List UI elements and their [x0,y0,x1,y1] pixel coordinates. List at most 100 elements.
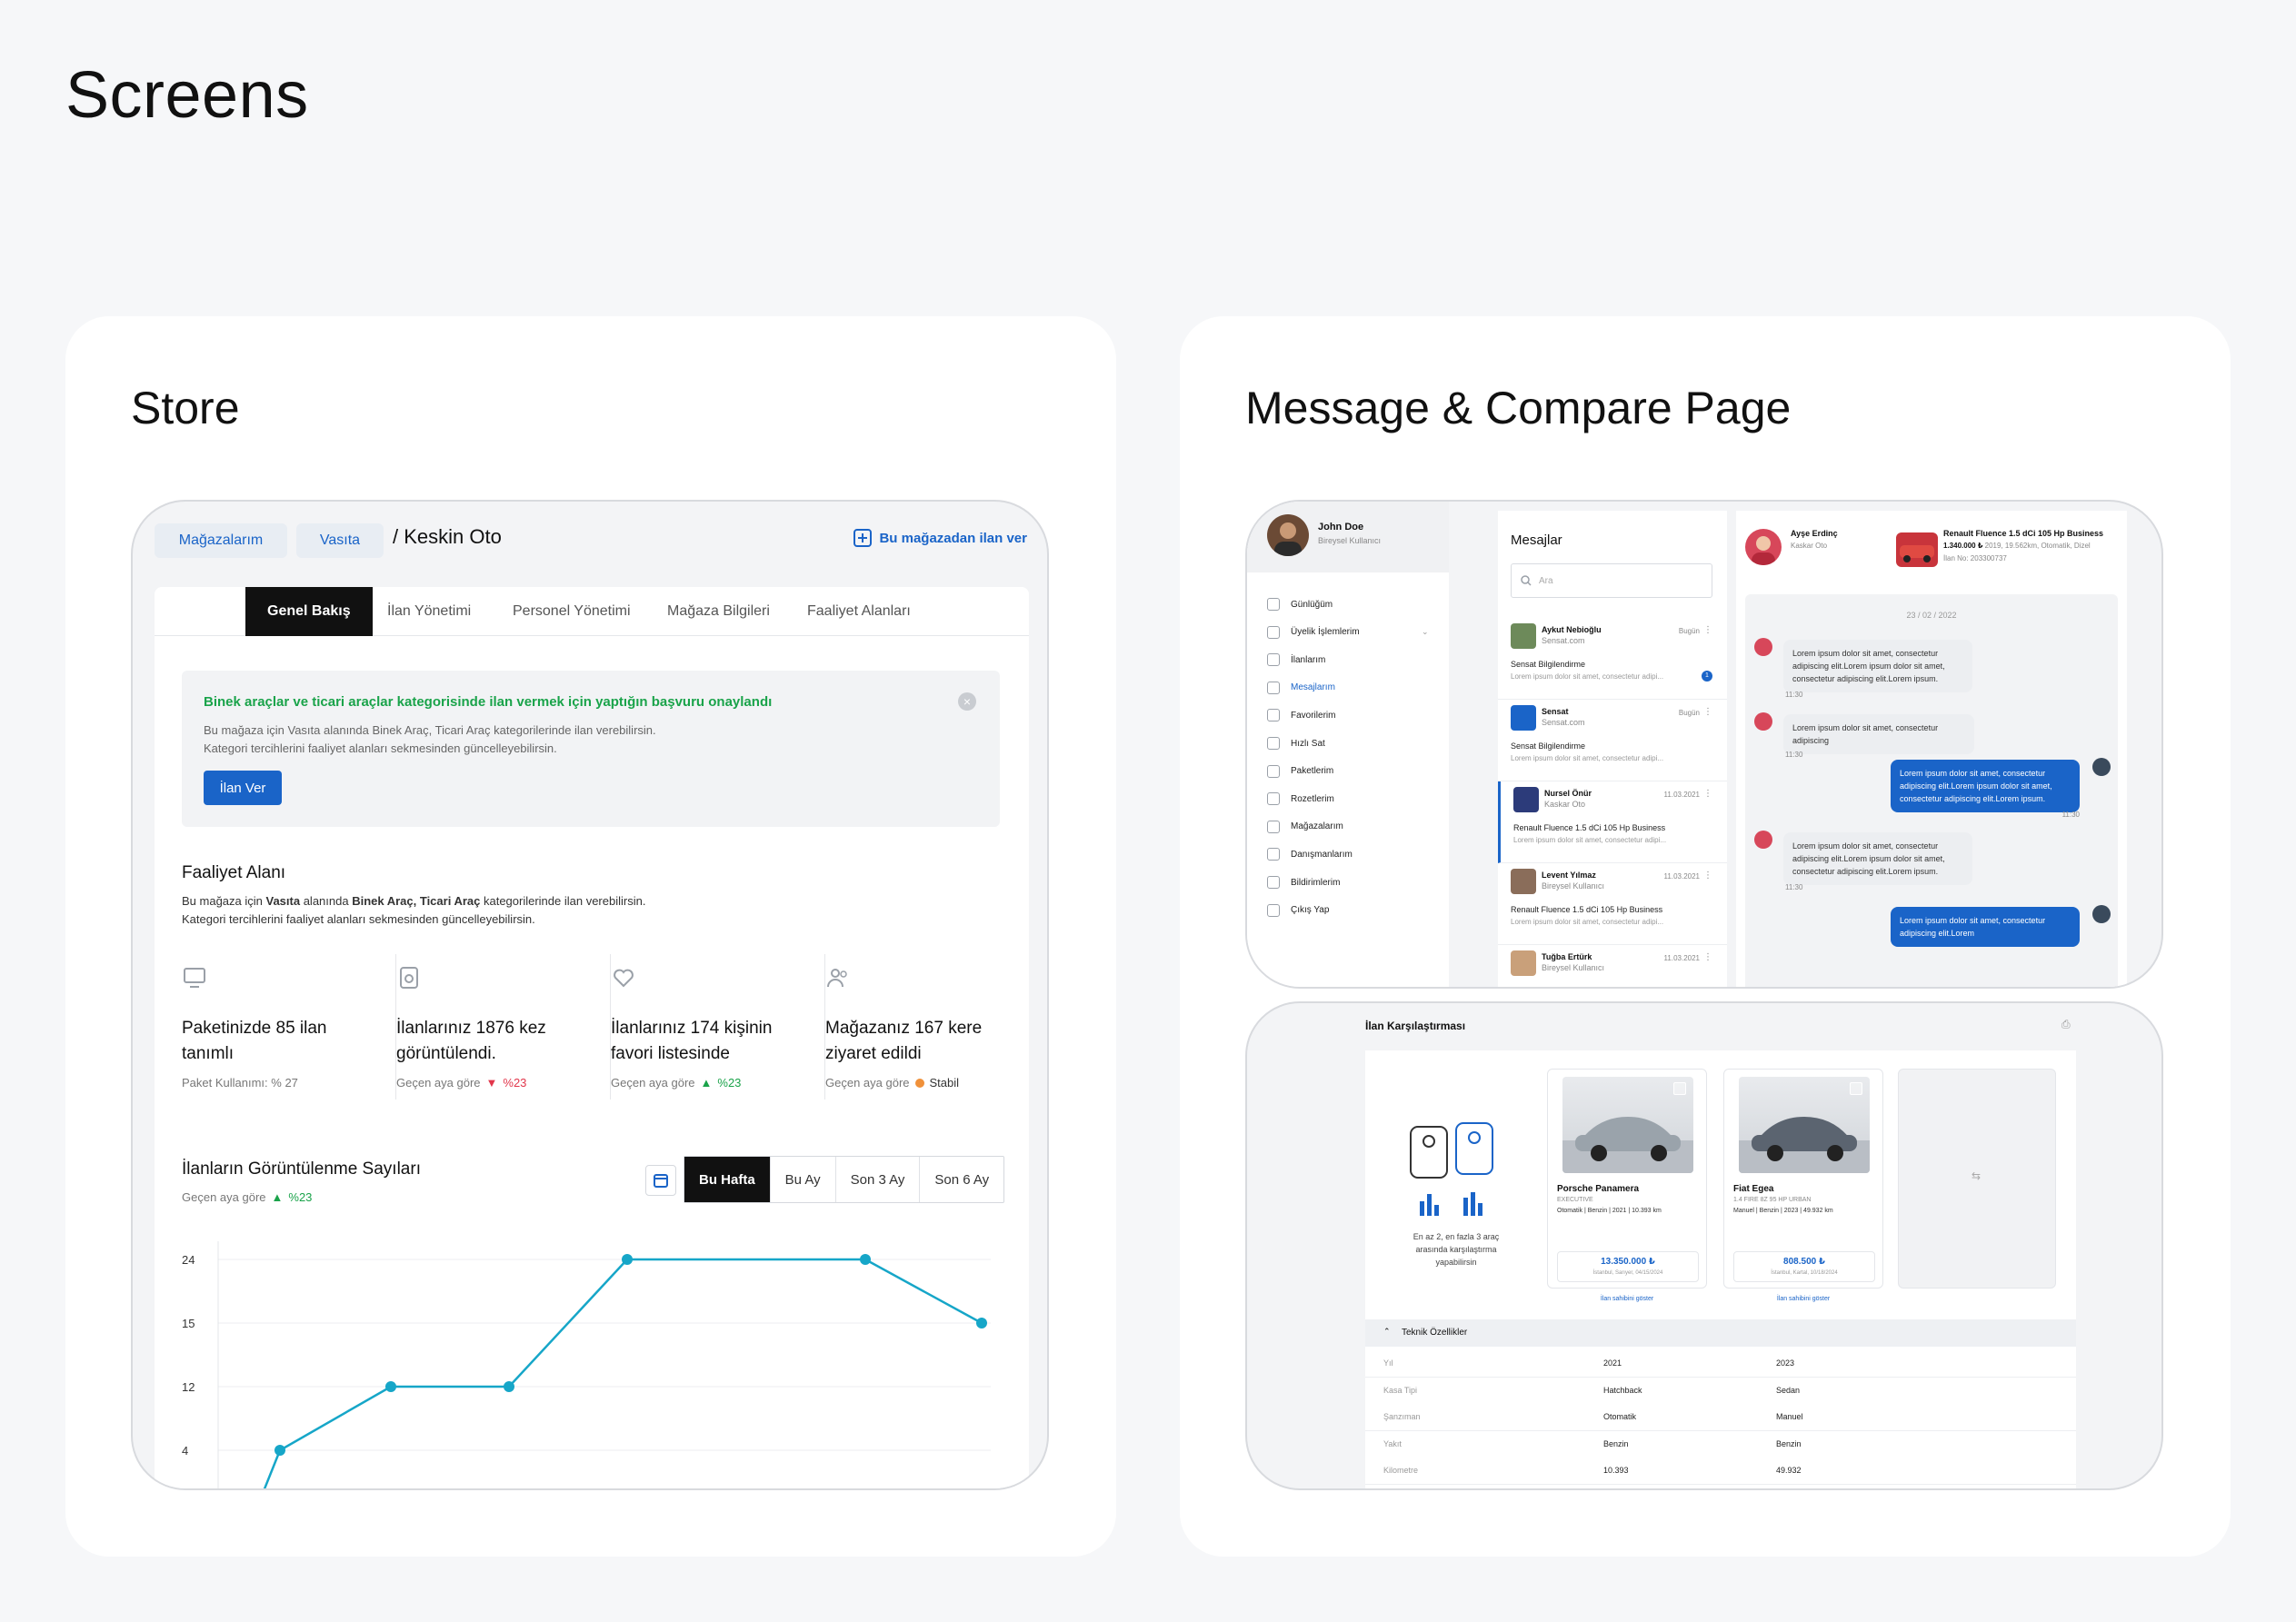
unread-badge: 1 [1702,671,1712,682]
stat-value: İlanlarınız 1876 kez görüntülendi. [396,1019,546,1063]
views-sub: Geçen aya göre ▲ %23 [182,1190,313,1204]
kebab-menu-icon[interactable]: ⋮ [1703,707,1712,717]
thread-avatar [1511,950,1536,976]
stat-sub: Paket Kullanımı: % 27 [182,1076,298,1090]
sidebar-item-label: Üyelik İşlemlerim [1291,627,1360,638]
page-heading: Screens [65,59,309,132]
activity-text-d: Binek Araç, Ticari Araç [352,894,481,908]
tech-specs-header[interactable]: ⌃ Teknik Özellikler [1365,1319,2076,1347]
data-point[interactable] [385,1381,396,1392]
empty-car-slot[interactable]: ⇆ [1898,1069,2056,1289]
store-device-frame: Mağazalarım Vasıta / Keskin Oto Bu mağaz… [131,500,1049,1490]
kebab-menu-icon[interactable]: ⋮ [1703,871,1712,881]
alert-title: Binek araçlar ve ticari araçlar kategori… [204,694,773,710]
spec-value-a: Otomatik [1603,1412,1637,1421]
show-owner-link[interactable]: İlan sahibini göster [1547,1296,1707,1302]
thread-row[interactable]: Sensat Sensat.com Bugün ⋮ Sensat Bilgilendir… [1498,700,1727,781]
chat-bubble: Lorem ipsum dolor sit amet, consectetur … [1891,760,2080,812]
thread-time: Bugün [1678,627,1700,635]
sidebar-item[interactable]: Rozetlerim [1267,792,1334,806]
data-point[interactable] [275,1445,285,1456]
sidebar-item[interactable]: Paketlerim [1267,764,1333,778]
thread-avatar [1513,787,1539,812]
thread-title: Sensat Bilgilendirme [1511,741,1586,751]
avatar [1267,514,1309,556]
avatar [1754,831,1772,849]
show-owner-link[interactable]: İlan sahibini göster [1723,1296,1883,1302]
sidebar-item[interactable]: Favorilerim [1267,709,1335,722]
message-compare-card: Message & Compare Page John Doe Bireysel… [1180,316,2231,1557]
kebab-menu-icon[interactable]: ⋮ [1703,952,1712,962]
store-card: Store Mağazalarım Vasıta / Keskin Oto Bu… [65,316,1116,1557]
breadcrumb-vasita[interactable]: Vasıta [296,523,384,558]
sidebar-item[interactable]: Günlüğüm [1267,598,1333,611]
data-point[interactable] [622,1254,633,1265]
thread-name: Sensat [1542,707,1569,716]
thread-row[interactable]: Nursel Önür Kaskar Oto 11.03.2021 ⋮ Renault … [1498,781,1727,863]
sidebar-item[interactable]: Mesajlarım [1267,681,1335,694]
chat-bubble: Lorem ipsum dolor sit amet, consectetur … [1783,714,1974,754]
tab-faaliyet-alanlari[interactable]: Faaliyet Alanları [785,587,933,636]
sidebar-item-label: Günlüğüm [1291,599,1333,610]
sidebar-item[interactable]: Danışmanlarım [1267,848,1353,861]
nav-icon [1267,820,1280,833]
add-listing-link[interactable]: Bu mağazadan ilan ver [854,529,1027,547]
data-point[interactable] [504,1381,514,1392]
range-bu-hafta[interactable]: Bu Hafta [684,1157,770,1202]
select-checkbox[interactable] [1850,1082,1862,1095]
avatar [1754,638,1772,656]
tab-magaza-bilgileri[interactable]: Mağaza Bilgileri [645,587,792,636]
spec-value-b: 2023 [1776,1358,1795,1368]
range-bu-ay[interactable]: Bu Ay [769,1157,835,1202]
car-card[interactable]: Fiat Egea 1.4 FIRE 8Z 95 HP URBAN Manuel |… [1723,1069,1883,1289]
kebab-menu-icon[interactable]: ⋮ [1703,625,1712,635]
sidebar-item[interactable]: Hızlı Sat [1267,737,1325,750]
car-card[interactable]: Porsche Panamera EXECUTIVE Otomatik | Benz… [1547,1069,1707,1289]
tab-ilan-yonetimi[interactable]: İlan Yönetimi [365,587,493,636]
tab-personel-yonetimi[interactable]: Personel Yönetimi [491,587,653,636]
spec-row: Yıl 2021 2023 [1365,1350,2076,1378]
data-point[interactable] [976,1318,987,1328]
activity-text-c: alanında [300,894,353,908]
range-son-3-ay[interactable]: Son 3 Ay [834,1157,920,1202]
spec-label: Yakıt [1383,1438,1402,1448]
car-price: 13.350.000 ₺ [1601,1257,1655,1267]
print-icon[interactable]: ⎙ [2061,1018,2071,1031]
sidebar-item[interactable]: İlanlarım [1267,653,1325,667]
sidebar-item[interactable]: Mağazalarım [1267,820,1343,833]
nav-icon [1267,598,1280,611]
thread-row[interactable]: Levent Yılmaz Bireysel Kullanıcı 11.03.202… [1498,863,1727,945]
sidebar-item[interactable]: Çıkış Yap [1267,903,1329,917]
bubble-time: 11:30 [1785,883,1803,891]
close-icon[interactable]: × [958,692,976,711]
store-tabs: Genel Bakış İlan Yönetimi Personel Yönet… [155,587,1029,636]
view-icon [396,965,424,992]
kebab-menu-icon[interactable]: ⋮ [1703,789,1712,799]
breadcrumb-magazalarim[interactable]: Mağazalarım [155,523,287,558]
sidebar-item[interactable]: Üyelik İşlemlerim ⌄ [1267,625,1429,639]
thread-row[interactable]: Tuğba Ertürk Bireysel Kullanıcı 11.03.2021… [1498,945,1727,987]
range-son-6-ay[interactable]: Son 6 Ay [919,1157,1003,1202]
data-point[interactable] [860,1254,871,1265]
calendar-icon[interactable] [645,1165,676,1196]
thread-row[interactable]: Aykut Nebioğlu Sensat.com Bugün ⋮ Sensat Bil… [1498,618,1727,700]
search-input[interactable]: Ara [1511,563,1712,598]
stat-sub: Geçen aya göre ▼ %23 [396,1076,527,1090]
ilan-ver-button[interactable]: İlan Ver [204,771,282,805]
stat-visits: Mağazanız 167 kere ziyaret edildi Geçen … [825,954,1040,1100]
sidebar-item[interactable]: Bildirimlerim [1267,876,1340,889]
chevron-up-icon: ⌃ [1383,1327,1391,1336]
spec-label: Kasa Tipi [1383,1385,1418,1395]
spec-row: Kilometre 10.393 49.932 [1365,1458,2076,1485]
alert-description: Bu mağaza için Vasıta alanında Binek Ara… [204,721,749,758]
spec-label: Şanzıman [1383,1412,1421,1421]
breadcrumb-current: / Keskin Oto [393,525,502,548]
sidebar-item-label: Danışmanlarım [1291,849,1353,860]
select-checkbox[interactable] [1673,1082,1686,1095]
monitor-icon [182,965,209,992]
car-name: Porsche Panamera [1557,1184,1640,1194]
tab-genel-bakis[interactable]: Genel Bakış [245,587,373,636]
car-name: Fiat Egea [1733,1184,1774,1194]
stat-sub: Geçen aya göre Stabil [825,1076,960,1090]
nav-icon [1267,792,1280,806]
